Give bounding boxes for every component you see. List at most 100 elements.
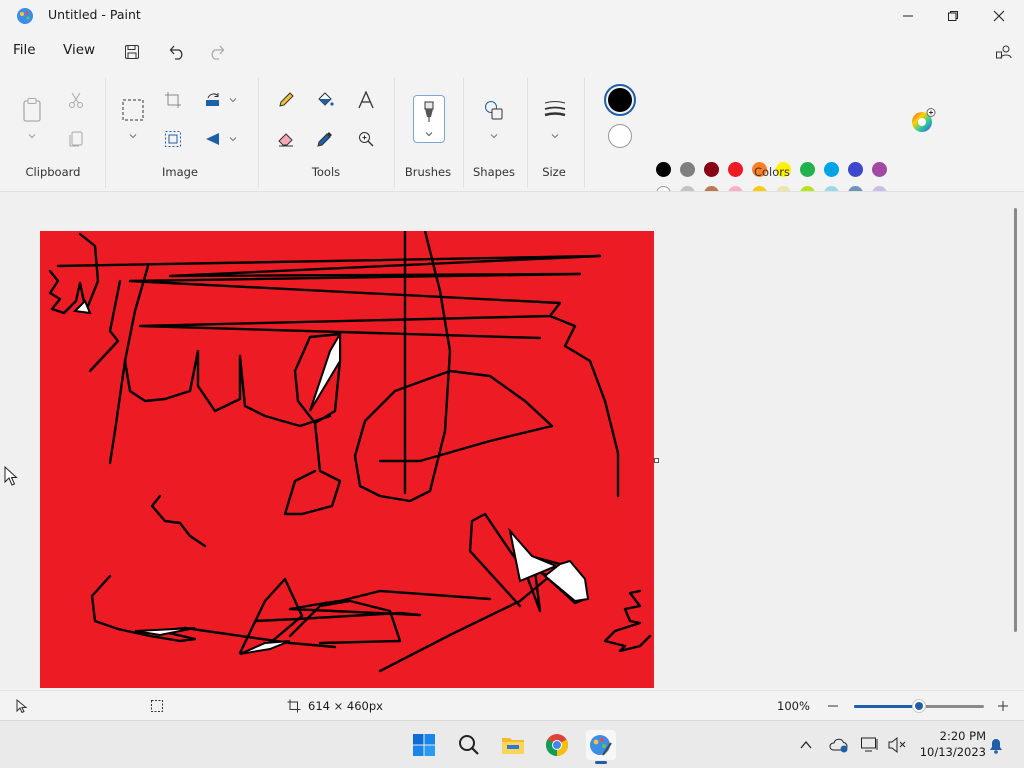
bell-icon [990,739,1002,754]
rotate-button[interactable] [199,86,227,114]
fill-button[interactable] [311,86,339,114]
paint-bucket-icon [318,92,334,106]
vertical-scrollbar[interactable] [1014,208,1017,632]
ribbon: Clipboard Image Tools Brushes Shapes Siz… [0,74,1024,225]
zoom-in-icon[interactable] [997,699,1009,713]
eraser-button[interactable] [272,125,300,153]
save-icon [125,45,139,59]
account-icon [996,45,1012,59]
palette-color-swatch[interactable] [704,162,719,177]
secondary-color-button[interactable] [608,124,632,148]
flip-button[interactable] [199,125,227,153]
onedrive-tray-button[interactable] [829,735,849,755]
network-tray-button[interactable] [860,735,880,755]
palette-color-swatch[interactable] [656,162,671,177]
copy-button[interactable] [62,125,90,153]
shapes-button[interactable] [480,96,508,124]
select-button[interactable] [119,96,147,124]
size-chevron-icon[interactable] [550,131,560,141]
mouse-cursor-icon [4,466,18,486]
brush-icon [424,101,434,122]
pencil-button[interactable] [272,86,300,114]
redo-button[interactable] [206,41,228,63]
chrome-button[interactable] [542,730,572,760]
paint-taskbar-button[interactable] [586,730,616,764]
undo-button[interactable] [166,41,188,63]
menu-view[interactable]: View [63,42,95,58]
zoom-slider-thumb[interactable] [913,700,925,712]
volume-tray-button[interactable] [887,735,907,755]
clock-date: 10/13/2023 [919,745,986,759]
magnifier-button[interactable] [352,125,380,153]
brushes-button[interactable] [413,95,445,143]
file-explorer-button[interactable] [498,730,528,760]
flip-icon [206,133,219,145]
search-button[interactable] [454,730,484,760]
palette-color-swatch[interactable] [824,162,839,177]
chrome-icon [546,734,568,756]
paste-icon [23,98,41,122]
menu-bar: File View [0,32,1024,72]
text-button[interactable] [352,86,380,114]
account-button[interactable] [993,41,1015,63]
palette-color-swatch[interactable] [872,162,887,177]
primary-color-button[interactable] [604,84,636,116]
paste-button[interactable] [18,96,46,124]
group-label-clipboard: Clipboard [25,165,81,179]
paint-taskbar-icon [590,735,612,756]
start-button[interactable] [409,730,439,760]
crop-icon [165,92,181,108]
drawing-canvas[interactable] [40,231,654,688]
undo-icon [169,45,183,60]
primary-color-swatch [608,88,632,112]
taskbar: 2:20 PM 10/13/2023 [0,720,1024,768]
zoom-slider-fill [854,705,919,708]
cursor-position-icon [16,699,28,713]
palette-color-swatch[interactable] [680,162,695,177]
restore-icon [948,11,958,21]
line-width-icon [544,101,566,117]
menu-file[interactable]: File [13,42,36,58]
minimize-icon [903,15,913,17]
canvas-resize-handle[interactable] [654,458,659,463]
shapes-chevron-icon[interactable] [489,131,499,141]
redo-icon [211,45,225,60]
size-button[interactable] [541,96,569,124]
save-button[interactable] [121,41,143,63]
select-chevron-icon[interactable] [128,131,138,141]
scissors-icon [69,92,83,108]
zoom-slider-track[interactable] [854,700,984,712]
zoom-level-label: 100% [777,699,810,713]
edit-colors-button[interactable] [910,108,936,132]
group-label-size: Size [542,165,566,179]
eyedropper-icon [317,132,332,147]
search-icon [459,735,479,755]
paste-chevron-icon[interactable] [27,131,37,141]
select-rectangle-icon [122,99,144,121]
crop-button[interactable] [159,86,187,114]
zoom-out-icon[interactable] [827,699,839,713]
group-label-colors: Colors [753,165,791,179]
resize-button[interactable] [159,125,187,153]
network-monitor-icon [861,737,878,752]
taskbar-clock[interactable]: 2:20 PM 10/13/2023 [916,728,986,760]
group-label-image: Image [161,165,199,179]
cut-button[interactable] [62,86,90,114]
pencil-icon [279,92,294,107]
clock-time: 2:20 PM [939,729,986,743]
brushes-chevron-icon [425,132,433,137]
folder-icon [502,738,524,754]
palette-color-swatch[interactable] [848,162,863,177]
rotate-chevron-icon[interactable] [228,95,238,105]
canvas-size-icon [287,699,301,713]
minimize-button[interactable] [885,0,931,32]
show-hidden-icons-button[interactable] [796,735,816,755]
restore-button[interactable] [930,0,976,32]
selection-size-icon [151,700,163,712]
flip-chevron-icon[interactable] [228,134,238,144]
color-picker-button[interactable] [311,125,339,153]
chevron-up-icon [800,740,812,749]
notifications-button[interactable] [986,735,1006,755]
window-title: Untitled - Paint [48,7,141,22]
close-button[interactable] [976,0,1022,32]
